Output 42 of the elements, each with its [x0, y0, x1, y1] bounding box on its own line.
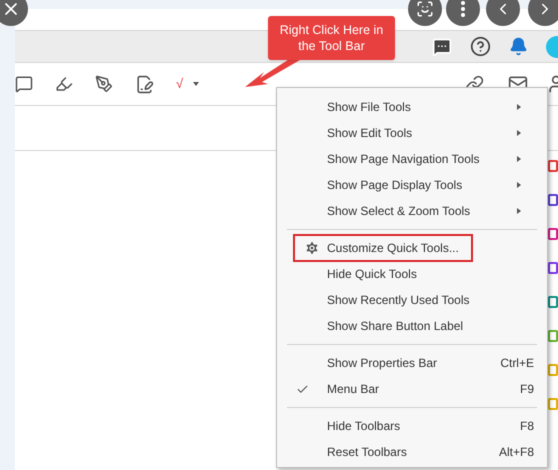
caret-icon[interactable] [193, 82, 200, 86]
menu-item-label: Hide Quick Tools [327, 266, 417, 283]
menu-item-label: Reset Toolbars [327, 444, 407, 461]
menu-item-label: Show Select & Zoom Tools [327, 203, 470, 220]
shortcut-label: F9 [520, 381, 534, 398]
chat-icon[interactable] [432, 36, 452, 56]
menu-item-label: Show Properties Bar [327, 355, 438, 372]
settings-icon [304, 240, 320, 256]
menu-item[interactable]: Show Share Button Label [277, 313, 547, 339]
scan-icon [416, 0, 434, 18]
menu-item-label: Show File Tools [327, 99, 411, 116]
menu-item[interactable]: Show Page Navigation Tools [277, 146, 547, 172]
menu-item[interactable]: Show Select & Zoom Tools [277, 198, 547, 224]
menu-item[interactable]: Show File Tools [277, 94, 547, 120]
menu-item[interactable]: Show Edit Tools [277, 120, 547, 146]
menu-item[interactable]: Show Page Display Tools [277, 172, 547, 198]
comment-icon[interactable] [15, 75, 33, 93]
more-icon [461, 1, 465, 17]
menu-item-label: Show Edit Tools [327, 125, 412, 142]
menu-item-label: Show Page Navigation Tools [327, 151, 480, 168]
menu-item[interactable]: Menu Bar F9 [277, 376, 547, 402]
menu-item-label: Menu Bar [327, 381, 380, 398]
document-pen-icon[interactable] [135, 74, 154, 94]
help-icon[interactable] [470, 36, 491, 57]
menu-item-label: Hide Toolbars [327, 418, 400, 435]
pen-icon[interactable] [95, 75, 113, 93]
menu-item[interactable]: Show Recently Used Tools [277, 287, 547, 313]
shortcut-label: Ctrl+E [500, 355, 534, 372]
menu-item-label: Show Recently Used Tools [327, 292, 470, 309]
shortcut-label: F8 [520, 418, 534, 435]
menu-item-label: Customize Quick Tools... [327, 240, 459, 257]
menu-item-label: Show Share Button Label [327, 318, 464, 335]
menu-item[interactable]: Hide Quick Tools [277, 261, 547, 287]
menu-item[interactable]: Reset Toolbars Alt+F8 [277, 439, 547, 465]
menu-item[interactable]: Customize Quick Tools... [277, 235, 547, 261]
menu-item-label: Show Page Display Tools [327, 177, 462, 194]
bell-icon[interactable] [509, 37, 528, 56]
menu-item[interactable]: Hide Toolbars F8 [277, 413, 547, 439]
shortcut-label: Alt+F8 [498, 444, 534, 461]
callout: Right Click Here in the Tool Bar [268, 16, 395, 60]
menu-item[interactable]: Show Properties Bar Ctrl+E [277, 350, 547, 376]
highlighter-icon[interactable] [55, 75, 73, 93]
